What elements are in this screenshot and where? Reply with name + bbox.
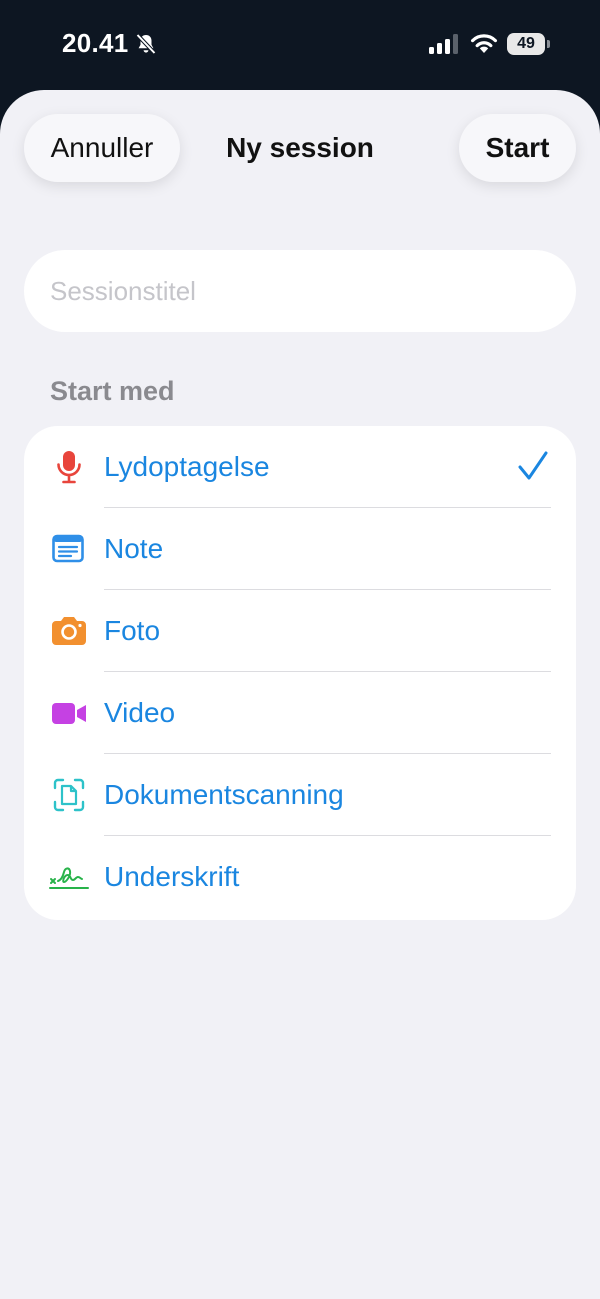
video-icon bbox=[52, 703, 86, 724]
new-session-sheet: Annuller Ny session Start Start med Lydo… bbox=[0, 90, 600, 1299]
option-note[interactable]: Note bbox=[24, 508, 576, 590]
document-scan-icon bbox=[53, 778, 85, 812]
start-button[interactable]: Start bbox=[459, 114, 576, 182]
option-label: Lydoptagelse bbox=[104, 451, 270, 482]
option-signature[interactable]: Underskrift bbox=[24, 836, 576, 918]
option-label: Dokumentscanning bbox=[104, 779, 344, 810]
cellular-signal-icon bbox=[429, 34, 458, 54]
start-with-header: Start med bbox=[50, 376, 175, 406]
option-video[interactable]: Video bbox=[24, 672, 576, 754]
status-time: 20.41 bbox=[62, 28, 129, 58]
checkmark-icon bbox=[518, 451, 548, 480]
option-label: Foto bbox=[104, 615, 161, 646]
note-icon bbox=[52, 534, 84, 563]
battery-level: 49 bbox=[507, 33, 545, 55]
status-bar: 20.41 49 bbox=[0, 0, 600, 90]
microphone-icon bbox=[57, 451, 81, 484]
sheet-title: Ny session bbox=[226, 132, 374, 163]
start-with-options: Lydoptagelse Note Foto Video Dokumentsca… bbox=[24, 426, 576, 920]
wifi-icon bbox=[471, 34, 497, 53]
option-audio-recording[interactable]: Lydoptagelse bbox=[24, 426, 576, 508]
battery-indicator: 49 bbox=[507, 33, 551, 55]
option-label: Video bbox=[104, 697, 176, 728]
cancel-button[interactable]: Annuller bbox=[24, 114, 180, 182]
session-title-input[interactable] bbox=[24, 250, 576, 332]
option-document-scan[interactable]: Dokumentscanning bbox=[24, 754, 576, 836]
bell-slash-icon bbox=[136, 33, 156, 55]
signature-icon bbox=[49, 867, 89, 889]
battery-cap bbox=[547, 40, 550, 48]
option-label: Underskrift bbox=[104, 861, 240, 892]
camera-icon bbox=[52, 617, 86, 645]
option-label: Note bbox=[104, 533, 164, 564]
option-photo[interactable]: Foto bbox=[24, 590, 576, 672]
